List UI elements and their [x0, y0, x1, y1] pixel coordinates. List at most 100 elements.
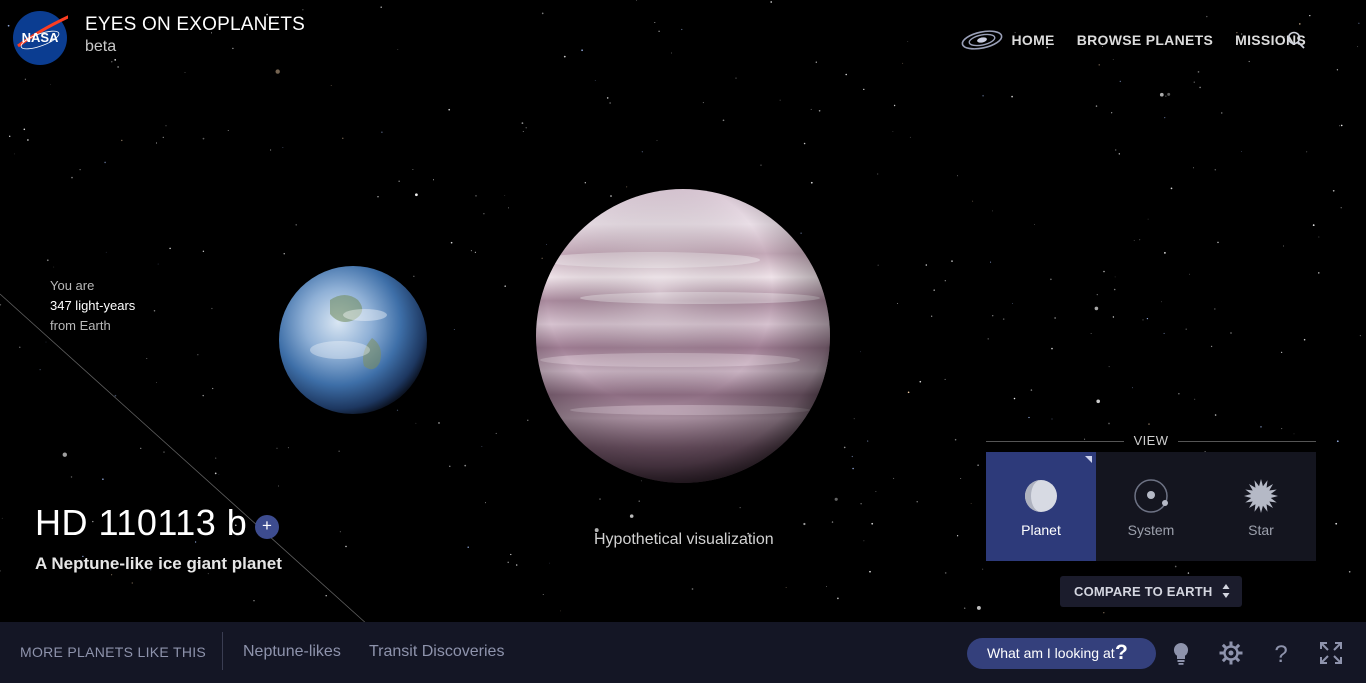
tab-system-label: System	[1127, 522, 1175, 538]
star-dot	[815, 61, 817, 63]
star-dot	[1214, 414, 1217, 416]
search-icon[interactable]	[1286, 30, 1306, 50]
star-dot	[951, 260, 953, 262]
planet-icon	[1025, 480, 1057, 512]
star-dot	[504, 195, 506, 196]
star-dot	[1090, 333, 1092, 334]
star-dot	[636, 0, 637, 2]
star-dot	[972, 200, 974, 202]
star-dot	[1096, 399, 1100, 404]
star-dot	[19, 346, 21, 348]
link-transit-discoveries[interactable]: Transit Discoveries	[369, 643, 504, 661]
compare-to-earth-select[interactable]: COMPARE TO EARTH	[1060, 576, 1242, 607]
star-dot	[834, 497, 838, 501]
star-dot	[339, 531, 341, 533]
star-dot	[415, 422, 417, 424]
star-icon	[1244, 479, 1278, 513]
star-dot	[944, 572, 947, 574]
star-dot	[990, 261, 992, 263]
settings-icon[interactable]	[1218, 640, 1244, 666]
star-dot	[1164, 116, 1166, 119]
nasa-logo[interactable]: NASA	[12, 10, 68, 66]
star-dot	[1095, 105, 1098, 107]
star-dot	[104, 161, 106, 164]
what-am-i-looking-at-button[interactable]: What am I looking at ?	[967, 638, 1156, 669]
star-dot	[1030, 389, 1033, 391]
active-corner-mark	[1085, 456, 1092, 463]
star-dot	[157, 263, 159, 265]
star-dot	[464, 464, 467, 467]
star-dot	[629, 514, 634, 518]
star-dot	[954, 438, 957, 441]
lightbulb-icon[interactable]	[1168, 640, 1194, 666]
star-dot	[302, 9, 304, 11]
star-dot	[163, 451, 165, 453]
star-dot	[1192, 167, 1195, 169]
star-dot	[1194, 398, 1196, 400]
star-dot	[1113, 288, 1116, 291]
star-dot	[907, 391, 910, 394]
star-dot	[165, 125, 167, 127]
nasa-logo-text: NASA	[22, 30, 59, 45]
link-neptune-likes[interactable]: Neptune-likes	[243, 643, 341, 661]
galaxy-icon[interactable]	[960, 28, 1004, 52]
star-dot	[481, 446, 483, 447]
star-dot	[50, 83, 51, 85]
star-dot	[1230, 332, 1232, 334]
star-dot	[869, 570, 871, 573]
star-dot	[184, 72, 186, 73]
star-dot	[1159, 92, 1164, 97]
exoplanet[interactable]	[536, 189, 830, 483]
star-dot	[1210, 345, 1213, 348]
tab-system[interactable]: System	[1096, 452, 1206, 561]
star-dot	[944, 378, 946, 380]
star-dot	[1165, 95, 1167, 97]
star-dot	[377, 196, 379, 198]
view-label-text: VIEW	[1133, 433, 1169, 448]
star-dot	[121, 139, 123, 142]
star-dot	[342, 137, 344, 139]
star-dot	[1111, 112, 1113, 114]
star-dot	[992, 210, 993, 212]
star-dot	[7, 24, 10, 27]
star-dot	[62, 452, 67, 457]
tab-planet[interactable]: Planet	[986, 452, 1096, 561]
tab-star[interactable]: Star	[1206, 452, 1316, 561]
planet-description: A Neptune-like ice giant planet	[35, 554, 282, 573]
star-dot	[215, 457, 217, 459]
star-dot	[875, 490, 877, 492]
fullscreen-icon[interactable]	[1318, 640, 1344, 666]
add-planet-button[interactable]: +	[255, 515, 279, 539]
nav-browse-planets[interactable]: BROWSE PLANETS	[1077, 32, 1213, 48]
star-dot	[111, 61, 113, 63]
distance-readout: You are 347 light-years from Earth	[50, 276, 135, 336]
star-dot	[1283, 245, 1284, 247]
star-dot	[521, 122, 524, 124]
star-dot	[1185, 328, 1187, 330]
star-dot	[735, 77, 737, 79]
star-dot	[641, 151, 643, 153]
nav-home[interactable]: HOME	[1012, 32, 1055, 48]
star-dot	[227, 129, 229, 131]
help-icon[interactable]: ?	[1268, 640, 1294, 666]
star-dot	[810, 181, 813, 184]
star-dot	[893, 477, 895, 479]
app-title[interactable]: EYES ON EXOPLANETS	[85, 14, 305, 36]
star-dot	[893, 104, 896, 107]
star-dot	[977, 464, 979, 467]
star-dot	[1188, 273, 1190, 275]
star-dot	[1335, 522, 1338, 525]
star-dot	[963, 607, 966, 609]
earth[interactable]	[279, 266, 427, 414]
star-dot	[877, 173, 879, 175]
star-dot	[810, 108, 812, 110]
star-dot	[907, 41, 909, 42]
star-dot	[1206, 15, 1208, 18]
star-dot	[1147, 218, 1149, 220]
star-dot	[114, 59, 117, 61]
star-dot	[449, 465, 451, 467]
star-dot	[1280, 351, 1283, 354]
star-dot	[982, 94, 984, 97]
star-dot	[111, 574, 113, 576]
star-dot	[162, 136, 164, 139]
